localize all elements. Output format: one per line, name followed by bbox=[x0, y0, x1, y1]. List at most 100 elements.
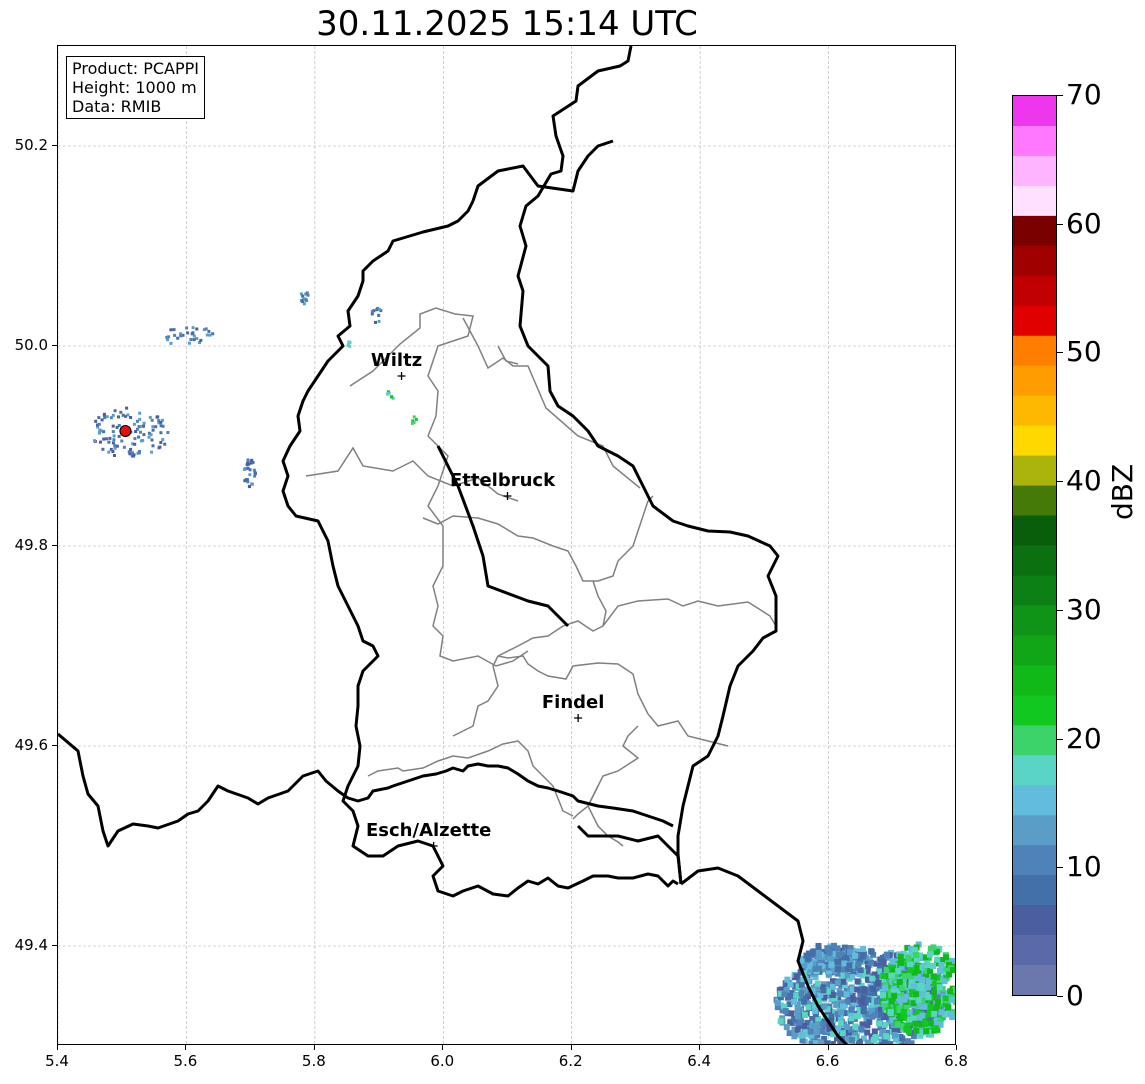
colorbar-swatch bbox=[1013, 245, 1056, 277]
echo-pixel bbox=[922, 1020, 929, 1027]
lon-tick-label: 6.4 bbox=[687, 1052, 712, 1070]
echo-pixel bbox=[826, 955, 833, 962]
echo-pixel bbox=[794, 1007, 801, 1014]
echo-pixel bbox=[377, 313, 381, 317]
lat-tick-label: 50.2 bbox=[14, 136, 48, 154]
echo-pixel bbox=[883, 951, 890, 958]
echo-pixel bbox=[895, 968, 902, 974]
lat-tick-mark bbox=[52, 745, 57, 746]
echo-pixel bbox=[137, 451, 141, 455]
echo-pixel bbox=[812, 1008, 818, 1014]
colorbar-tick-label: 70 bbox=[1066, 78, 1102, 111]
echo-pixel bbox=[820, 1021, 827, 1028]
echo-pixel bbox=[945, 1004, 952, 1011]
lat-tick-mark bbox=[52, 345, 57, 346]
lat-tick-mark bbox=[52, 545, 57, 546]
echo-pixel bbox=[919, 976, 926, 983]
echo-pixel bbox=[913, 1027, 920, 1034]
echo-pixel bbox=[910, 1015, 917, 1022]
echo-pixel bbox=[172, 328, 176, 332]
echo-pixel bbox=[113, 409, 117, 413]
echo-pixel bbox=[150, 450, 154, 454]
echo-pixel bbox=[901, 973, 908, 980]
echo-pixel bbox=[301, 294, 305, 298]
echo-pixel bbox=[788, 1010, 795, 1017]
echo-pixel bbox=[207, 329, 211, 333]
echo-pixel bbox=[304, 298, 308, 302]
lat-tick-label: 50.0 bbox=[14, 336, 48, 354]
echo-pixel bbox=[807, 1028, 814, 1035]
echo-pixel bbox=[782, 1008, 789, 1015]
echo-pixel bbox=[907, 961, 914, 968]
lat-tick-mark bbox=[52, 945, 57, 946]
echo-pixel bbox=[870, 1037, 877, 1043]
echo-pixel bbox=[186, 331, 190, 335]
colorbar-swatch bbox=[1013, 455, 1056, 487]
city-marker-icon bbox=[574, 714, 583, 722]
echo-pixel bbox=[173, 333, 177, 337]
echo-pixel bbox=[877, 1011, 884, 1018]
lon-tick-label: 5.4 bbox=[45, 1052, 69, 1070]
echo-pixel bbox=[246, 458, 250, 462]
colorbar-swatch bbox=[1013, 725, 1056, 756]
echo-pixel bbox=[824, 945, 831, 952]
echo-pixel bbox=[821, 1003, 828, 1010]
echo-pixel bbox=[870, 986, 877, 993]
radar-echoes bbox=[93, 291, 955, 1044]
echo-pixel bbox=[831, 942, 837, 949]
echo-pixel bbox=[192, 338, 196, 342]
echo-pixel bbox=[300, 299, 304, 303]
echo-pixel bbox=[857, 1041, 863, 1044]
echo-pixel bbox=[921, 1003, 928, 1010]
echo-pixel bbox=[932, 1025, 939, 1032]
echo-pixel bbox=[777, 1018, 784, 1025]
echo-pixel bbox=[880, 959, 887, 966]
echo-pixel bbox=[881, 1039, 888, 1044]
colorbar-tick-mark bbox=[1057, 867, 1063, 869]
city-marker-icon bbox=[397, 372, 406, 380]
colorbar-swatch bbox=[1013, 875, 1056, 906]
product-line: Product: PCAPPI bbox=[72, 59, 200, 78]
echo-pixel bbox=[250, 482, 254, 486]
echo-pixel bbox=[925, 994, 932, 1001]
city-label: Wiltz bbox=[371, 350, 422, 371]
echo-pixel bbox=[798, 982, 805, 989]
echo-pixel bbox=[179, 334, 183, 338]
echo-pixel bbox=[191, 326, 195, 330]
lon-tick-label: 6.0 bbox=[430, 1052, 455, 1070]
echo-pixel bbox=[377, 307, 381, 311]
echo-pixel bbox=[244, 478, 248, 482]
lat-tick-label: 49.6 bbox=[14, 736, 48, 754]
echo-pixel bbox=[377, 319, 381, 323]
echo-pixel bbox=[254, 472, 257, 476]
echo-pixel bbox=[149, 433, 153, 437]
colorbar-swatch bbox=[1013, 935, 1056, 966]
echo-pixel bbox=[793, 992, 800, 999]
radar-site-icon bbox=[119, 425, 132, 437]
echo-pixel bbox=[899, 1035, 906, 1042]
echo-pixel bbox=[113, 444, 117, 447]
lon-tick-mark bbox=[956, 1045, 957, 1050]
colorbar-swatch bbox=[1013, 305, 1056, 337]
colorbar-tick-label: 10 bbox=[1066, 850, 1102, 884]
echo-pixel bbox=[191, 331, 195, 335]
echo-pixel bbox=[151, 428, 155, 432]
colorbar-swatch bbox=[1013, 425, 1056, 457]
echo-pixel bbox=[860, 1005, 867, 1012]
echo-pixel bbox=[94, 419, 98, 423]
echo-pixel bbox=[844, 1023, 850, 1030]
echo-pixel bbox=[111, 413, 115, 417]
echo-pixel bbox=[837, 1020, 844, 1026]
echo-pixel bbox=[142, 433, 146, 437]
echo-pixel bbox=[141, 439, 145, 442]
echo-pixel bbox=[161, 438, 165, 442]
lon-tick-mark bbox=[313, 1045, 315, 1050]
echo-pixel bbox=[111, 424, 115, 428]
echo-pixel bbox=[813, 1029, 820, 1036]
echo-pixel bbox=[113, 454, 116, 457]
echo-pixel bbox=[916, 1014, 923, 1021]
radar-map[interactable]: Wiltz Ettelbruck Findel Esch/Alzette bbox=[57, 45, 956, 1045]
echo-pixel bbox=[97, 416, 101, 420]
echo-pixel bbox=[412, 415, 416, 419]
lon-tick-label: 5.8 bbox=[301, 1052, 326, 1070]
